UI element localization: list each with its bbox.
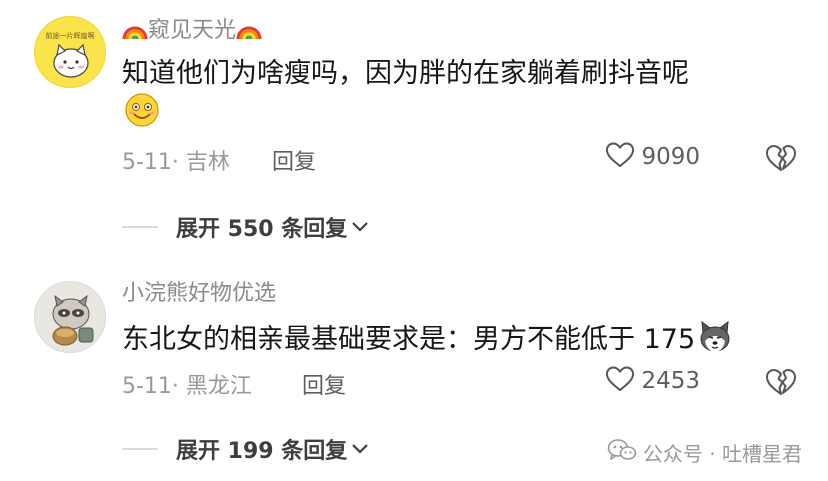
comment-text: 东北女的相亲最基础要求是：男方不能低于 175 xyxy=(122,319,733,365)
chevron-down-icon xyxy=(351,218,369,237)
username-text: 窥见天光 xyxy=(148,18,237,43)
comment-text-body: 东北女的相亲最基础要求是：男方不能低于 175 xyxy=(122,324,696,355)
wechat-icon xyxy=(607,438,637,467)
broken-heart-icon[interactable] xyxy=(764,143,798,173)
comment-meta: 5-11· 吉林 回复 9090 xyxy=(122,142,798,175)
username[interactable]: 小浣熊好物优选 xyxy=(122,280,276,308)
expand-replies-label: 展开 199 条回复 xyxy=(176,439,348,464)
like-button[interactable]: 2453 xyxy=(605,366,700,396)
expand-replies-button[interactable]: 展开 199 条回复 xyxy=(122,434,369,464)
expand-replies-button[interactable]: 展开 550 条回复 xyxy=(122,212,369,242)
expand-replies-label: 展开 550 条回复 xyxy=(176,217,348,242)
avatar[interactable] xyxy=(34,281,106,353)
watermark-text: 公众号 · 吐槽星君 xyxy=(642,442,802,466)
comment-item: 前途一片辉煌啊 窥见天光 知道他们为啥瘦吗，因为胖的在家躺着刷抖音呢 5-11·… xyxy=(0,0,828,258)
comment-text: 知道他们为啥瘦吗，因为胖的在家躺着刷抖音呢 xyxy=(122,56,689,138)
comment-text-body: 知道他们为啥瘦吗，因为胖的在家躺着刷抖音呢 xyxy=(122,58,689,89)
rainbow-icon xyxy=(236,19,262,49)
date-location: 5-11· 黑龙江 xyxy=(122,374,252,399)
heart-outline-icon xyxy=(605,141,635,173)
username[interactable]: 窥见天光 xyxy=(122,17,262,49)
like-count: 2453 xyxy=(641,368,700,394)
divider xyxy=(122,448,158,450)
reply-button[interactable]: 回复 xyxy=(302,368,346,400)
rainbow-icon xyxy=(122,19,148,49)
heart-outline-icon xyxy=(605,365,635,397)
reply-button[interactable]: 回复 xyxy=(272,144,316,176)
comment-meta: 5-11· 黑龙江 回复 2453 xyxy=(122,366,798,399)
smiling-face-icon xyxy=(124,92,160,138)
watermark: 公众号 · 吐槽星君 xyxy=(607,438,802,467)
chevron-down-icon xyxy=(351,440,369,459)
husky-dog-icon xyxy=(697,319,733,365)
date-location: 5-11· 吉林 xyxy=(122,150,230,175)
like-count: 9090 xyxy=(641,144,700,170)
like-button[interactable]: 9090 xyxy=(605,142,700,172)
broken-heart-icon[interactable] xyxy=(764,367,798,397)
avatar[interactable]: 前途一片辉煌啊 xyxy=(34,16,106,88)
username-text: 小浣熊好物优选 xyxy=(122,281,277,306)
divider xyxy=(122,226,158,228)
